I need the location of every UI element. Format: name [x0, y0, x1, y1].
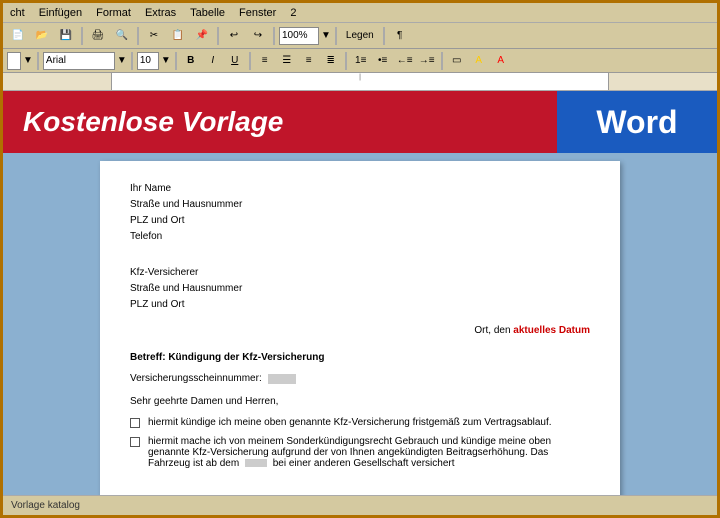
- style-arrow: ▼: [23, 55, 33, 66]
- format-bar: ▼ ▼ ▼ B I U ≡ ☰ ≡ ≣ 1≡ •≡ ←≡ →≡ ▭ A A: [3, 49, 717, 73]
- sep5: [335, 27, 337, 45]
- menu-tabelle[interactable]: Tabelle: [187, 7, 228, 19]
- size-input[interactable]: [137, 52, 159, 70]
- policy-box: [268, 374, 296, 384]
- recipient-city: PLZ und Ort: [130, 297, 590, 313]
- ruler: |: [3, 73, 717, 91]
- font-input[interactable]: [43, 52, 115, 70]
- doc-wrapper: Ihr Name Straße und Hausnummer PLZ und O…: [3, 153, 717, 495]
- sep1: [81, 27, 83, 45]
- recipient-name: Kfz-Versicherer: [130, 265, 590, 281]
- sender-city: PLZ und Ort: [130, 213, 590, 229]
- menu-format[interactable]: Format: [93, 7, 134, 19]
- menu-bar: cht Einfügen Format Extras Tabelle Fenst…: [3, 3, 717, 23]
- toolbar: 📄 📂 💾 🖨 🔍 ✂ 📋 📌 ↩ ↪ ▼ Legen ¶: [3, 23, 717, 49]
- app-window: cht Einfügen Format Extras Tabelle Fenst…: [0, 0, 720, 518]
- save-btn[interactable]: 💾: [55, 26, 77, 46]
- paste-btn[interactable]: 📌: [191, 26, 213, 46]
- bullets-btn[interactable]: •≡: [373, 52, 393, 70]
- checkbox-2-text: hiermit mache ich von meinem Sonderkündi…: [148, 436, 590, 469]
- date-value-text: aktuelles Datum: [513, 325, 590, 336]
- border-btn[interactable]: ▭: [447, 52, 467, 70]
- fsep1: [37, 52, 39, 70]
- checkbox-1-text: hiermit kündige ich meine oben genannte …: [148, 417, 552, 428]
- fsep6: [441, 52, 443, 70]
- checkbox-item-2: hiermit mache ich von meinem Sonderkündi…: [130, 436, 590, 469]
- menu-cht[interactable]: cht: [7, 7, 28, 19]
- italic-btn[interactable]: I: [203, 52, 223, 70]
- status-bar: Vorlage katalog: [3, 495, 717, 515]
- fsep3: [175, 52, 177, 70]
- sender-phone: Telefon: [130, 229, 590, 245]
- fsep2: [131, 52, 133, 70]
- zoom-input[interactable]: [279, 27, 319, 45]
- recipient-block: Kfz-Versicherer Straße und Hausnummer PL…: [130, 265, 590, 313]
- checkbox-item-1: hiermit kündige ich meine oben genannte …: [130, 417, 590, 428]
- size-arrow: ▼: [161, 55, 171, 66]
- ruler-marker: |: [359, 74, 361, 81]
- align-center-btn[interactable]: ☰: [277, 52, 297, 70]
- new-btn[interactable]: 📄: [7, 26, 29, 46]
- menu-extras[interactable]: Extras: [142, 7, 179, 19]
- scroll-area[interactable]: Ihr Name Straße und Hausnummer PLZ und O…: [3, 153, 717, 495]
- kostenlose-vorlage-text: Kostenlose Vorlage: [23, 106, 283, 138]
- sender-street: Straße und Hausnummer: [130, 197, 590, 213]
- highlight-btn[interactable]: A: [469, 52, 489, 70]
- open-btn[interactable]: 📂: [31, 26, 53, 46]
- date-prefix: Ort, den: [474, 325, 510, 336]
- fsep5: [345, 52, 347, 70]
- justify-btn[interactable]: ≣: [321, 52, 341, 70]
- policy-label: Versicherungsscheinnummer:: [130, 373, 262, 384]
- sep6: [383, 27, 385, 45]
- numbering-btn[interactable]: 1≡: [351, 52, 371, 70]
- view-btn[interactable]: Legen: [341, 26, 379, 46]
- para-btn[interactable]: ¶: [389, 26, 411, 46]
- checkbox-2[interactable]: [130, 437, 140, 447]
- menu-einfuegen[interactable]: Einfügen: [36, 7, 85, 19]
- style-input[interactable]: [7, 52, 21, 70]
- recipient-street: Straße und Hausnummer: [130, 281, 590, 297]
- indent-btn[interactable]: →≡: [417, 52, 437, 70]
- date-box-inline: [245, 459, 267, 467]
- sep3: [217, 27, 219, 45]
- copy-btn[interactable]: 📋: [167, 26, 189, 46]
- header-banner: Kostenlose Vorlage Word: [3, 91, 717, 153]
- greeting: Sehr geehrte Damen und Herren,: [130, 396, 590, 407]
- sep4: [273, 27, 275, 45]
- print-btn[interactable]: 🖨: [87, 26, 109, 46]
- redo-btn[interactable]: ↪: [247, 26, 269, 46]
- cut-btn[interactable]: ✂: [143, 26, 165, 46]
- sender-block: Ihr Name Straße und Hausnummer PLZ und O…: [130, 181, 590, 245]
- policy-line: Versicherungsscheinnummer:: [130, 373, 590, 384]
- fontcolor-btn[interactable]: A: [491, 52, 511, 70]
- word-text: Word: [596, 104, 677, 141]
- outdent-btn[interactable]: ←≡: [395, 52, 415, 70]
- ruler-inner: |: [111, 73, 609, 90]
- menu-2[interactable]: 2: [287, 7, 299, 19]
- header-left: Kostenlose Vorlage: [3, 91, 557, 153]
- zoom-label: ▼: [321, 30, 331, 41]
- align-right-btn[interactable]: ≡: [299, 52, 319, 70]
- checkbox-1[interactable]: [130, 418, 140, 428]
- preview-btn[interactable]: 🔍: [111, 26, 133, 46]
- sender-name: Ihr Name: [130, 181, 590, 197]
- date-line: Ort, den aktuelles Datum: [130, 325, 590, 336]
- undo-btn[interactable]: ↩: [223, 26, 245, 46]
- menu-fenster[interactable]: Fenster: [236, 7, 279, 19]
- sep2: [137, 27, 139, 45]
- subject-line: Betreff: Kündigung der Kfz-Versicherung: [130, 352, 590, 363]
- status-left: Vorlage katalog: [11, 500, 80, 511]
- bold-btn[interactable]: B: [181, 52, 201, 70]
- underline-btn[interactable]: U: [225, 52, 245, 70]
- font-arrow: ▼: [117, 55, 127, 66]
- align-left-btn[interactable]: ≡: [255, 52, 275, 70]
- header-right: Word: [557, 91, 717, 153]
- document-page: Ihr Name Straße und Hausnummer PLZ und O…: [100, 161, 620, 495]
- fsep4: [249, 52, 251, 70]
